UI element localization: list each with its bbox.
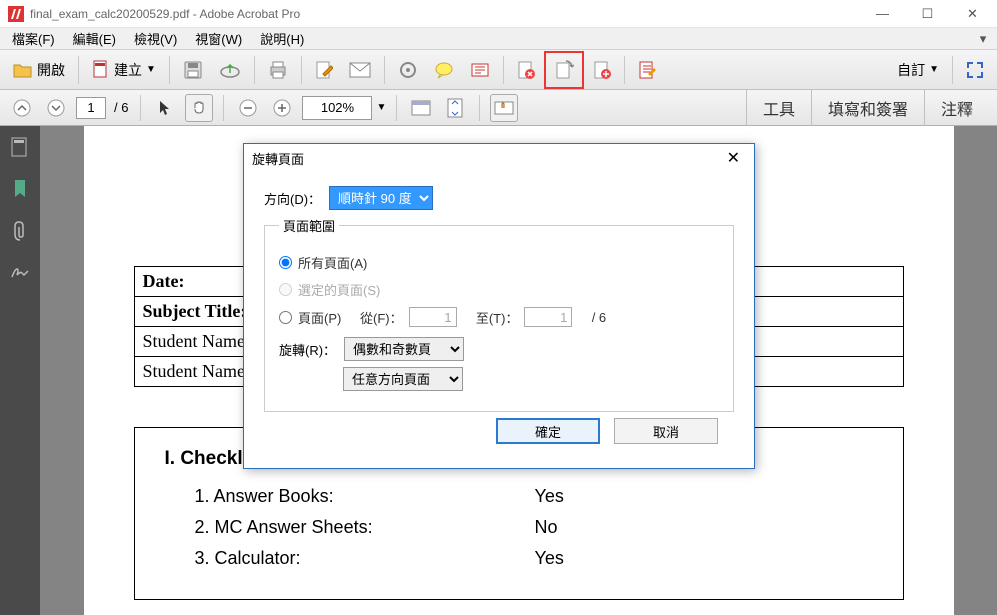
dialog-title: 旋轉頁面: [252, 149, 304, 168]
selected-pages-label: 選定的頁面(S): [298, 280, 380, 299]
dialog-close-button[interactable]: ✕: [721, 148, 746, 168]
create-label: 建立: [114, 60, 142, 80]
thumbnails-icon[interactable]: [9, 136, 31, 158]
menubar: 檔案(F) 編輯(E) 檢視(V) 視窗(W) 說明(H) ▾: [0, 28, 997, 50]
extract-page-button[interactable]: [586, 54, 618, 86]
menu-help[interactable]: 說明(H): [252, 27, 312, 50]
open-label: 開啟: [37, 60, 65, 80]
customize-dropdown[interactable]: 自訂 ▼: [890, 54, 946, 86]
page-up-button[interactable]: [8, 94, 36, 122]
titlebar: final_exam_calc20200529.pdf - Adobe Acro…: [0, 0, 997, 28]
rotate-pages-dialog: 旋轉頁面 ✕ 方向(D)： 順時針 90 度 頁面範圍 所有頁面(A) 選定的頁…: [243, 143, 755, 469]
cloud-button[interactable]: [212, 54, 248, 86]
open-button[interactable]: 開啟: [6, 54, 72, 86]
bookmark-icon[interactable]: [9, 178, 31, 200]
read-mode-button[interactable]: [490, 94, 518, 122]
fullscreen-button[interactable]: [959, 54, 991, 86]
menu-file[interactable]: 檔案(F): [4, 27, 63, 50]
hand-tool-button[interactable]: [185, 94, 213, 122]
nav-toolbar: / 6 ▼ 工具 填寫和簽署 注釋: [0, 90, 997, 126]
fit-width-button[interactable]: [407, 94, 435, 122]
page-range-total: / 6: [592, 310, 606, 325]
signatures-icon[interactable]: [9, 262, 31, 284]
stamp-button[interactable]: [463, 54, 497, 86]
customize-label: 自訂: [897, 60, 925, 80]
page-range-fieldset: 頁面範圍 所有頁面(A) 選定的頁面(S) 頁面(P) 從(F)： 至(T)： …: [264, 216, 734, 412]
maximize-button[interactable]: ☐: [905, 0, 950, 28]
page-range-legend: 頁面範圍: [279, 216, 339, 235]
all-pages-label: 所有頁面(A): [298, 253, 367, 272]
ok-button[interactable]: 確定: [496, 418, 600, 444]
menu-edit[interactable]: 編輯(E): [65, 27, 124, 50]
direction-select[interactable]: 順時針 90 度: [329, 186, 433, 210]
settings-button[interactable]: [391, 54, 425, 86]
create-button[interactable]: 建立 ▼: [85, 54, 163, 86]
selected-pages-radio: [279, 283, 292, 296]
annotate-panel-tab[interactable]: 注釋: [924, 90, 989, 126]
minimize-button[interactable]: —: [860, 0, 905, 28]
page-range-radio[interactable]: [279, 311, 292, 324]
window-title: final_exam_calc20200529.pdf - Adobe Acro…: [30, 7, 860, 21]
comment-button[interactable]: [427, 54, 461, 86]
select-tool-button[interactable]: [151, 94, 179, 122]
zoom-out-button[interactable]: [234, 94, 262, 122]
left-sidebar: [0, 126, 40, 615]
menu-overflow-icon[interactable]: ▾: [973, 31, 993, 47]
cancel-button[interactable]: 取消: [614, 418, 718, 444]
to-page-input[interactable]: [524, 307, 572, 327]
page-down-button[interactable]: [42, 94, 70, 122]
email-button[interactable]: [342, 54, 378, 86]
direction-label: 方向(D)：: [264, 189, 321, 208]
all-pages-radio[interactable]: [279, 256, 292, 269]
app-icon: [8, 6, 24, 22]
rotate-page-highlight: [544, 51, 584, 89]
rotate-orientation-select[interactable]: 任意方向頁面: [343, 367, 463, 391]
menu-view[interactable]: 檢視(V): [126, 27, 185, 50]
fit-page-button[interactable]: [441, 94, 469, 122]
page-total-label: / 6: [112, 100, 130, 115]
rotate-label: 旋轉(R)：: [279, 340, 336, 359]
form-button[interactable]: [631, 54, 663, 86]
menu-window[interactable]: 視窗(W): [187, 27, 250, 50]
tools-panel-tab[interactable]: 工具: [746, 90, 811, 126]
page-range-label: 頁面(P): [298, 308, 354, 327]
from-page-input[interactable]: [409, 307, 457, 327]
to-label: 至(T)：: [476, 308, 519, 327]
dialog-titlebar: 旋轉頁面 ✕: [244, 144, 754, 172]
rotate-odd-even-select[interactable]: 偶數和奇數頁: [344, 337, 464, 361]
delete-page-button[interactable]: [510, 54, 542, 86]
rotate-page-button[interactable]: [547, 54, 581, 86]
close-window-button[interactable]: ✕: [950, 0, 995, 28]
zoom-in-button[interactable]: [268, 94, 296, 122]
page-number-input[interactable]: [76, 97, 106, 119]
print-button[interactable]: [261, 54, 295, 86]
zoom-level-input[interactable]: [302, 96, 372, 120]
main-toolbar: 開啟 建立 ▼ 自訂 ▼: [0, 50, 997, 90]
from-label: 從(F)：: [360, 308, 403, 327]
edit-doc-button[interactable]: [308, 54, 340, 86]
fill-sign-panel-tab[interactable]: 填寫和簽署: [811, 90, 924, 126]
attachment-icon[interactable]: [9, 220, 31, 242]
save-button[interactable]: [176, 54, 210, 86]
